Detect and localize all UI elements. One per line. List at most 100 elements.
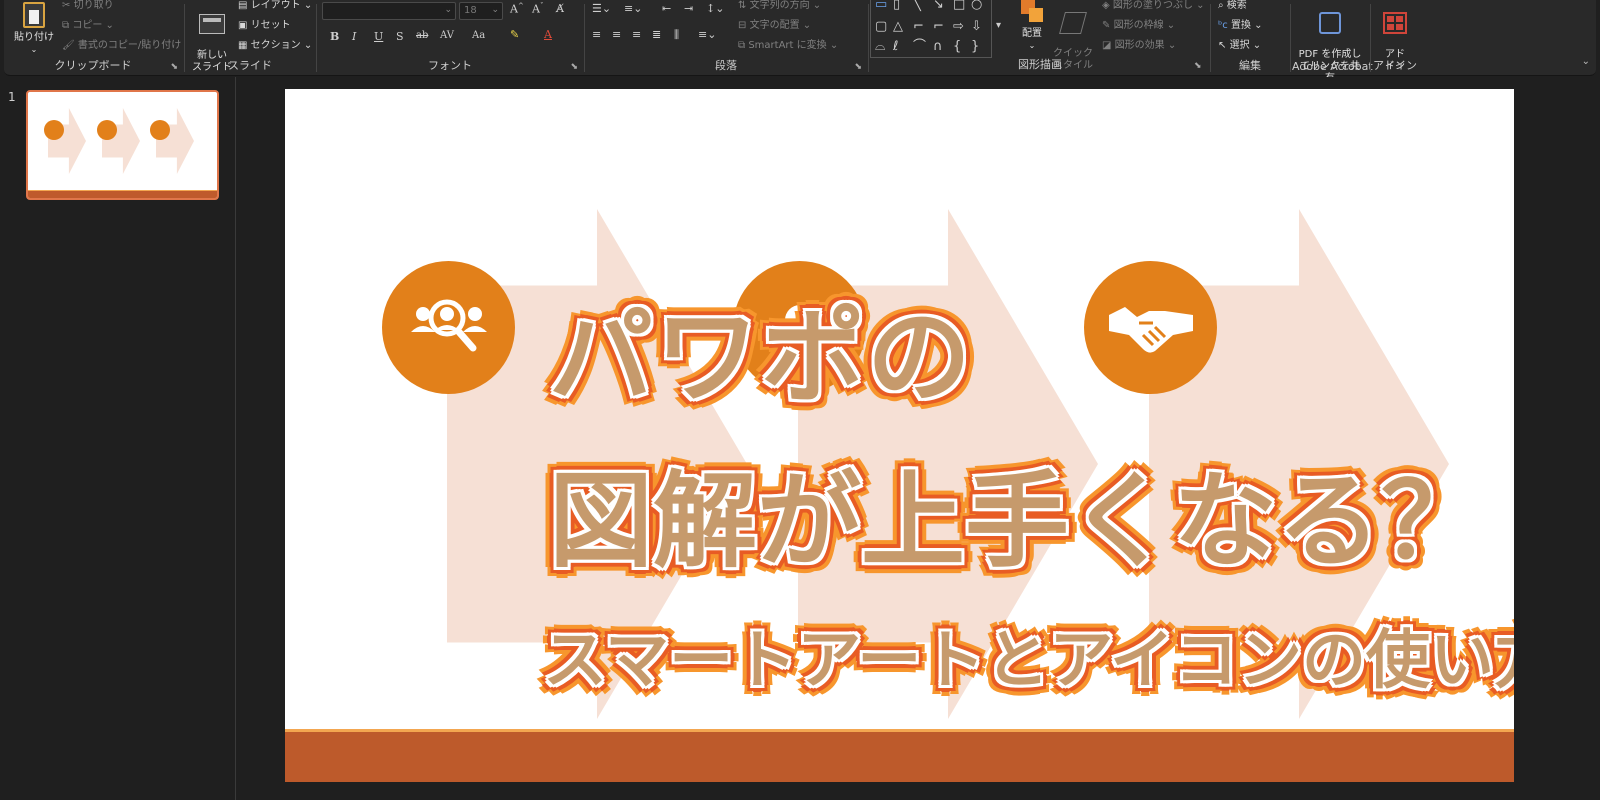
handshake-icon[interactable]	[1084, 261, 1217, 394]
italic-button[interactable]: I	[352, 30, 356, 43]
replace-button[interactable]: ᵇc 置換 ⌄	[1218, 20, 1263, 32]
people-search-icon[interactable]	[382, 261, 515, 394]
addins-group: アド イン アドイン	[1372, 0, 1418, 76]
thumb-icon-circle	[150, 120, 170, 140]
find-button[interactable]: ⌕ 検索	[1218, 0, 1247, 12]
font-size-combo[interactable]: 18 ⌄	[459, 2, 503, 20]
right-arrow-shape-icon[interactable]: ⇨	[953, 20, 964, 33]
elbow-connector-icon[interactable]: ⌐	[913, 20, 924, 33]
copy-button[interactable]: ⧉ コピー ⌄	[62, 20, 114, 32]
layout-icon: ▤	[238, 0, 248, 11]
align-right-icon[interactable]: ≡	[632, 28, 641, 41]
paste-button[interactable]: 貼り付け ⌄	[12, 2, 56, 56]
shape-effects-button[interactable]: ◪ 図形の効果 ⌄	[1102, 40, 1176, 52]
shape-outline-button[interactable]: ✎ 図形の枠線 ⌄	[1102, 20, 1175, 32]
bullets-icon[interactable]: ☰⌄	[592, 2, 611, 15]
align-center-icon[interactable]: ≡	[612, 28, 621, 41]
text-direction-icon: ⇅	[738, 0, 747, 11]
scissors-icon: ✂	[62, 0, 71, 11]
scribble-icon[interactable]: ℓ	[893, 40, 898, 53]
dialog-launcher-icon[interactable]: ⬊	[570, 62, 578, 72]
slide-thumbnail[interactable]	[26, 90, 219, 200]
text-direction-button[interactable]: ⇅ 文字列の方向 ⌄	[738, 0, 821, 12]
textbox-shape-icon[interactable]: ▭	[875, 0, 887, 11]
triangle-shape-icon[interactable]: △	[893, 20, 903, 33]
smartart-button[interactable]: ⧉ SmartArt に変換 ⌄	[738, 40, 838, 52]
arrange-button[interactable]: 配置 ⌄	[1014, 0, 1050, 52]
underline-button[interactable]: U	[374, 30, 383, 43]
char-spacing-button[interactable]: AV	[440, 30, 454, 41]
section-label: セクション	[250, 40, 301, 51]
shape-fill-button[interactable]: ◈ 図形の塗りつぶし ⌄	[1102, 0, 1205, 12]
font-color-icon[interactable]: A	[544, 28, 552, 41]
paste-icon	[23, 2, 45, 28]
dialog-launcher-icon[interactable]: ⬊	[1194, 61, 1202, 71]
slide-canvas[interactable]: パワポの 図解が上手くなる？ スマートアートとアイコンの使い方	[285, 89, 1514, 782]
elbow-arrow-icon[interactable]: ⌐	[933, 20, 944, 33]
increase-indent-icon[interactable]: ⇥	[684, 2, 693, 15]
line-spacing-icon[interactable]: ↕⌄	[706, 2, 724, 15]
justify-icon[interactable]: ≣	[652, 28, 661, 41]
curve-icon[interactable]: ∩	[933, 40, 943, 53]
divider	[1290, 4, 1291, 72]
down-arrow-shape-icon[interactable]: ⇩	[971, 20, 982, 33]
rounded-rect-icon[interactable]: ▢	[875, 20, 887, 33]
select-button[interactable]: ↖ 選択 ⌄	[1218, 40, 1261, 52]
reset-label: リセット	[250, 20, 291, 31]
strikethrough-button[interactable]: ab	[416, 30, 428, 41]
font-name-combo[interactable]: ⌄	[322, 2, 456, 20]
decrease-indent-icon[interactable]: ⇤	[662, 2, 671, 15]
thumb-icon-circle	[97, 120, 117, 140]
distributed-icon[interactable]: ≡⌄	[698, 28, 716, 41]
group-label-drawing: 図形描画	[1018, 58, 1062, 71]
group-label-clipboard: クリップボード	[54, 59, 132, 72]
numbering-icon[interactable]: ≡⌄	[624, 2, 642, 15]
shape-outline-label: 図形の枠線	[1113, 20, 1164, 31]
font-size-value: 18	[464, 5, 477, 16]
ribbon: 貼り付け ⌄ ✂ 切り取り ⧉ コピー ⌄ 🖌 書式のコピー/貼り付け クリップボ…	[4, 0, 1596, 84]
arrange-label: 配置	[1022, 28, 1042, 39]
group-label-editing: 編集	[1239, 59, 1261, 72]
title-line-1[interactable]: パワポの	[549, 305, 973, 409]
rectangle-shape-icon[interactable]: □	[953, 0, 965, 11]
thumb-arrow-shape	[156, 108, 194, 174]
subtitle[interactable]: スマートアートとアイコンの使い方	[543, 629, 1514, 693]
layout-button[interactable]: ▤ レイアウト ⌄	[238, 0, 312, 12]
align-text-button[interactable]: ⊟ 文字の配置 ⌄	[738, 20, 811, 32]
collapse-ribbon-icon[interactable]: ⌄	[1582, 56, 1590, 67]
cut-button[interactable]: ✂ 切り取り	[62, 0, 114, 12]
textbox-vertical-icon[interactable]: ▯	[893, 0, 900, 11]
section-button[interactable]: ▦ セクション ⌄	[238, 40, 312, 52]
bold-button[interactable]: B	[330, 30, 339, 43]
right-brace-icon[interactable]: }	[971, 40, 979, 53]
quick-styles-icon	[1059, 12, 1087, 34]
arc-icon[interactable]: ⌒	[913, 40, 926, 53]
shadow-button[interactable]: S	[396, 30, 404, 43]
paint-bucket-icon: ◈	[1102, 0, 1110, 11]
title-line-2[interactable]: 図解が上手くなる？	[549, 469, 1485, 573]
align-text-icon: ⊟	[738, 20, 747, 31]
group-label-addins: アドイン	[1373, 59, 1417, 72]
arrow-line-icon[interactable]: ↘	[933, 0, 944, 11]
reset-button[interactable]: ▣ リセット	[238, 20, 291, 32]
line-shape-icon[interactable]: ╲	[913, 0, 921, 11]
freeform-icon[interactable]: ⌓	[875, 40, 885, 53]
clear-format-icon[interactable]: A̸	[556, 2, 564, 15]
format-painter-button[interactable]: 🖌 書式のコピー/貼り付け	[62, 40, 181, 52]
shape-fill-label: 図形の塗りつぶし	[1112, 0, 1193, 11]
shrink-font-icon[interactable]: Aˇ	[532, 2, 543, 16]
align-left-icon[interactable]: ≡	[592, 28, 601, 41]
columns-icon[interactable]: ⫼	[674, 28, 679, 42]
brush-icon: 🖌	[62, 40, 75, 51]
dialog-launcher-icon[interactable]: ⬊	[854, 62, 862, 72]
change-case-button[interactable]: Aa	[472, 30, 485, 41]
highlight-icon[interactable]: ✎	[510, 28, 519, 41]
dialog-launcher-icon[interactable]: ⬊	[170, 62, 178, 72]
oval-shape-icon[interactable]: ○	[971, 0, 982, 11]
select-label: 選択	[1229, 40, 1250, 51]
grow-font-icon[interactable]: A^	[510, 2, 524, 16]
divider	[1210, 4, 1211, 72]
left-brace-icon[interactable]: {	[953, 40, 961, 53]
more-shapes-icon[interactable]: ▾	[996, 20, 1001, 31]
shapes-gallery[interactable]: ▭ ▯ ╲ ↘ □ ○ ▢ △ ⌐ ⌐ ⇨ ⇩ ⌓ ℓ ⌒ ∩ { }	[870, 0, 992, 58]
